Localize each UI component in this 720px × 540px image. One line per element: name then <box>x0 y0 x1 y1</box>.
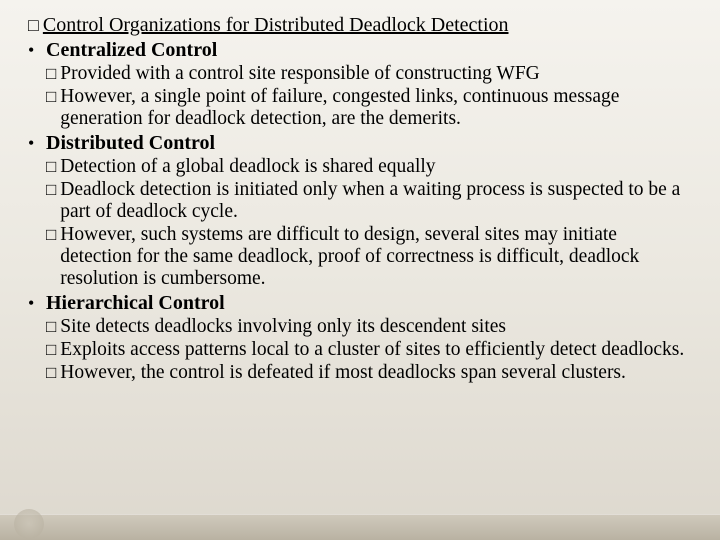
section-heading: Hierarchical Control <box>46 292 225 315</box>
item-text: Detection of a global deadlock is shared… <box>60 156 435 178</box>
list-item: □ However, a single point of failure, co… <box>46 86 692 130</box>
slide-content: □ Control Organizations for Distributed … <box>0 0 720 384</box>
list-item: □ Site detects deadlocks involving only … <box>46 316 692 338</box>
list-item: □ However, such systems are difficult to… <box>46 224 692 290</box>
square-bullet-icon: □ <box>28 15 39 36</box>
section-heading: Distributed Control <box>46 132 215 155</box>
section-heading: Centralized Control <box>46 39 217 62</box>
title-row: □ Control Organizations for Distributed … <box>28 14 692 37</box>
list-item: □ Deadlock detection is initiated only w… <box>46 179 692 223</box>
section-heading-row: • Distributed Control <box>28 132 692 155</box>
dot-bullet-icon: • <box>28 39 46 61</box>
footer-decoration <box>0 514 720 540</box>
section-heading-row: • Centralized Control <box>28 39 692 62</box>
square-bullet-icon: □ <box>46 86 56 108</box>
item-text: Exploits access patterns local to a clus… <box>60 339 684 361</box>
list-item: □ Exploits access patterns local to a cl… <box>46 339 692 361</box>
square-bullet-icon: □ <box>46 316 56 338</box>
item-text: Deadlock detection is initiated only whe… <box>60 179 692 223</box>
section-heading-row: • Hierarchical Control <box>28 292 692 315</box>
square-bullet-icon: □ <box>46 224 56 246</box>
section-items: □ Detection of a global deadlock is shar… <box>46 156 692 290</box>
list-item: □ However, the control is defeated if mo… <box>46 362 692 384</box>
square-bullet-icon: □ <box>46 339 56 361</box>
dot-bullet-icon: • <box>28 292 46 314</box>
item-text: Provided with a control site responsible… <box>60 63 539 85</box>
slide-title: Control Organizations for Distributed De… <box>43 14 509 37</box>
section-items: □ Site detects deadlocks involving only … <box>46 316 692 384</box>
list-item: □ Provided with a control site responsib… <box>46 63 692 85</box>
square-bullet-icon: □ <box>46 179 56 201</box>
item-text: Site detects deadlocks involving only it… <box>60 316 506 338</box>
list-item: □ Detection of a global deadlock is shar… <box>46 156 692 178</box>
square-bullet-icon: □ <box>46 156 56 178</box>
item-text: However, such systems are difficult to d… <box>60 224 692 290</box>
section-items: □ Provided with a control site responsib… <box>46 63 692 130</box>
dot-bullet-icon: • <box>28 132 46 154</box>
item-text: However, a single point of failure, cong… <box>60 86 692 130</box>
square-bullet-icon: □ <box>46 63 56 85</box>
square-bullet-icon: □ <box>46 362 56 384</box>
item-text: However, the control is defeated if most… <box>60 362 626 384</box>
